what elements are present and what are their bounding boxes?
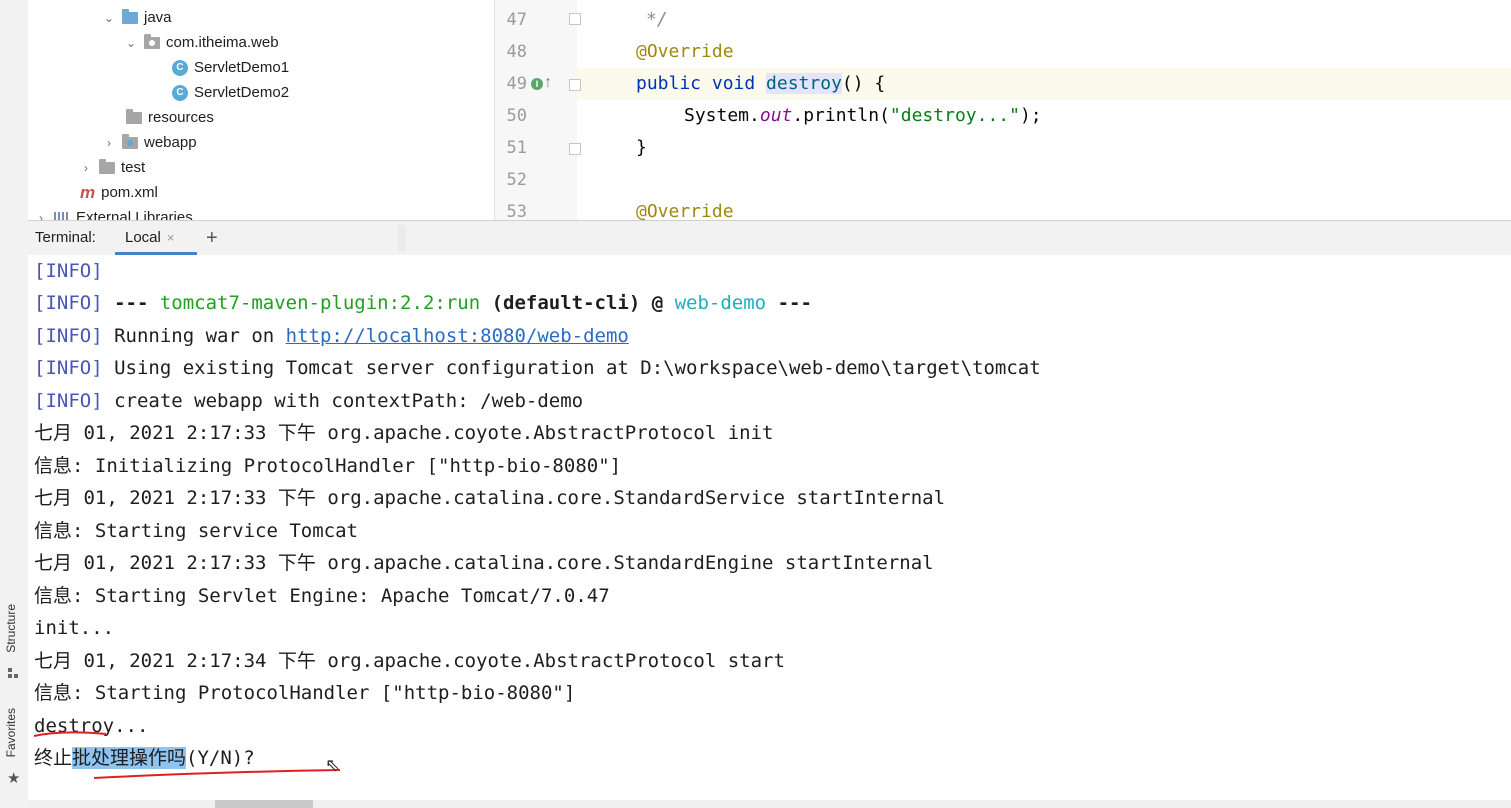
tree-item-servletdemo1[interactable]: C ServletDemo1 [172,56,289,80]
line-number: 51 [506,138,527,158]
tree-item-label: com.itheima.web [166,34,279,51]
terminal-line: [INFO] Running war on http://localhost:8… [34,325,629,347]
project-tree: ⌄ java ⌄ com.itheima.web C ServletDemo1 … [28,0,490,220]
code-line-49: public void destroy() { [636,73,886,94]
left-tool-strip: Structure Favorites ★ [0,0,29,808]
folder-web-icon [122,134,138,149]
close-icon[interactable]: × [167,230,175,245]
code-line-53: @Override [636,201,734,220]
package-icon [144,34,160,49]
libraries-icon [54,212,70,220]
line-number: 47 [506,10,527,30]
override-arrow-icon[interactable]: ↑ [544,74,552,92]
terminal-line: 信息: Starting service Tomcat [34,520,358,542]
line-number: 48 [506,42,527,62]
tree-item-servletdemo2[interactable]: C ServletDemo2 [172,81,289,105]
tab-local[interactable]: Local × [115,221,197,255]
tree-item-resources[interactable]: › resources [106,106,214,130]
tree-item-test[interactable]: › test [79,156,145,180]
fold-icon[interactable] [569,143,581,155]
terminal-line: [INFO] --- tomcat7-maven-plugin:2.2:run … [34,292,812,314]
fold-icon[interactable] [569,13,581,25]
code-line-48: @Override [636,41,734,62]
terminal-line: 信息: Initializing ProtocolHandler ["http-… [34,455,622,477]
tree-item-label: test [121,159,146,176]
tree-item-java[interactable]: ⌄ java [102,6,172,30]
favorites-tab[interactable]: Favorites [4,708,18,757]
terminal-line: init... [34,617,115,639]
line-number: 53 [506,202,527,220]
add-tab-button[interactable]: + [206,221,218,255]
code-editor[interactable]: 47 48 49 50 51 52 53 I ↑ */ @Override pu… [494,0,1511,220]
tree-item-package[interactable]: ⌄ com.itheima.web [124,31,279,55]
terminal-line: 信息: Starting Servlet Engine: Apache Tomc… [34,585,610,607]
terminal-line: [INFO] [34,260,103,282]
localhost-link[interactable]: http://localhost:8080/web-demo [286,325,629,347]
chevron-right-icon[interactable]: › [102,131,116,155]
terminal-line: 七月 01, 2021 2:17:34 下午 org.apache.coyote… [34,650,785,672]
chevron-right-icon[interactable]: › [34,206,48,220]
tree-item-webapp[interactable]: › webapp [102,131,197,155]
structure-icon [8,668,19,679]
terminal-header: Terminal: Local × + [28,220,1511,256]
star-icon: ★ [7,770,21,787]
terminal-line: 七月 01, 2021 2:17:33 下午 org.apache.catali… [34,487,946,509]
code-line-50: System.out.println("destroy..."); [684,105,1042,126]
tab-local-label: Local [125,229,161,246]
line-number: 50 [506,106,527,126]
tree-item-label: pom.xml [101,184,158,201]
red-underline-annotation [33,731,107,737]
tree-item-pom[interactable]: m pom.xml [80,181,158,205]
favorites-tab-label: Favorites [4,708,18,758]
mouse-cursor-icon: ⇖ [325,755,341,775]
implementing-method-icon[interactable]: I [531,78,543,90]
tree-item-label: java [144,9,172,26]
terminal-title: Terminal: [35,229,96,246]
tree-item-label: resources [148,109,214,126]
chevron-down-icon[interactable]: ⌄ [102,6,116,30]
tree-item-label: webapp [144,134,197,151]
terminal-line: [INFO] Using existing Tomcat server conf… [34,357,1041,379]
line-number: 52 [506,170,527,190]
folder-icon [99,159,115,174]
terminal-line: 七月 01, 2021 2:17:33 下午 org.apache.coyote… [34,422,774,444]
code-line-47: */ [646,9,668,30]
java-class-icon: C [172,85,188,101]
terminal-line: 七月 01, 2021 2:17:33 下午 org.apache.catali… [34,552,934,574]
tree-item-external-libraries[interactable]: › External Libraries [34,206,193,220]
tree-item-label: ServletDemo1 [194,59,290,76]
tree-item-label: External Libraries [76,209,193,220]
line-number: 49 [506,74,527,94]
folder-source-icon [122,9,138,24]
java-class-icon: C [172,60,188,76]
terminal-line: 信息: Starting ProtocolHandler ["http-bio-… [34,682,576,704]
chevron-down-icon[interactable]: ⌄ [124,31,138,55]
code-line-51: } [636,137,647,158]
red-underline-annotation [93,769,341,779]
folder-resources-icon [126,109,142,124]
maven-icon: m [80,183,96,202]
terminal-output[interactable]: [INFO] [INFO] --- tomcat7-maven-plugin:2… [28,255,1511,800]
tree-item-label: ServletDemo2 [194,84,290,101]
fold-icon[interactable] [569,79,581,91]
chevron-right-icon[interactable]: › [79,156,93,180]
terminal-line: [INFO] create webapp with contextPath: /… [34,390,584,412]
horizontal-scrollbar[interactable] [215,800,313,808]
structure-tab[interactable]: Structure [4,604,18,653]
structure-tab-label: Structure [4,604,18,653]
